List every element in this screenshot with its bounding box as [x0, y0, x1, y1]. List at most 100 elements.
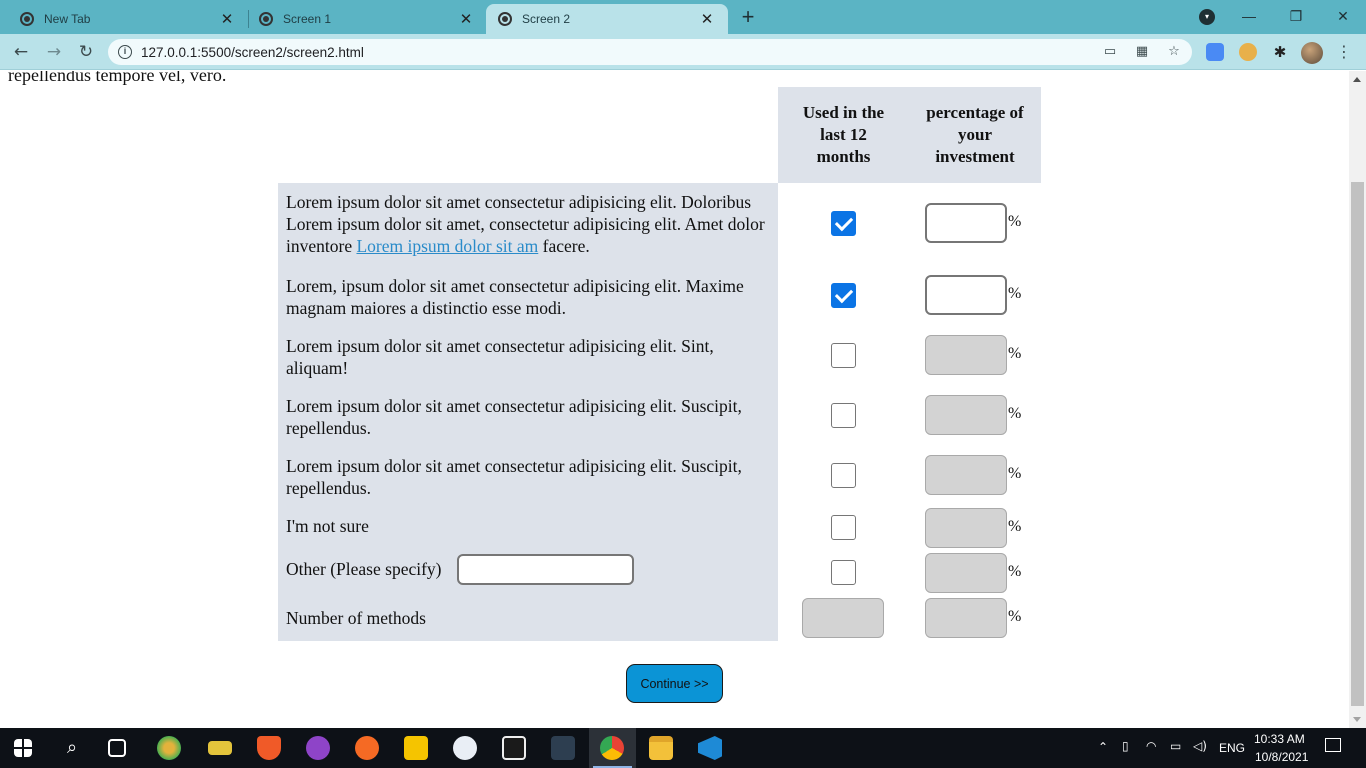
- notifications-icon[interactable]: [1325, 738, 1341, 752]
- tab-screen-2[interactable]: Screen 2 ✕: [486, 4, 728, 34]
- close-window-button[interactable]: ✕: [1320, 2, 1366, 30]
- clock-date[interactable]: 10/8/2021: [1255, 750, 1308, 764]
- back-button[interactable]: ←: [9, 40, 33, 64]
- percentage-input[interactable]: [925, 203, 1007, 243]
- file-explorer-icon[interactable]: [649, 736, 673, 760]
- scroll-thumb[interactable]: [1351, 182, 1364, 706]
- tab-strip: New Tab ✕ Screen 1 ✕ Screen 2 ✕ + ▾ — ❐ …: [0, 0, 1366, 34]
- restore-button[interactable]: ❐: [1273, 2, 1319, 30]
- methods-label: Number of methods: [286, 608, 426, 628]
- new-tab-button[interactable]: +: [736, 4, 760, 30]
- percent-sign: %: [1008, 345, 1022, 362]
- percentage-input[interactable]: [925, 455, 1007, 495]
- header-used-last-12-months: Used in the last 12 months: [778, 87, 909, 183]
- show-hidden-icons-icon[interactable]: ⌃: [1098, 740, 1108, 754]
- percentage-input[interactable]: [925, 598, 1007, 638]
- battery-icon[interactable]: ▯: [1122, 739, 1129, 753]
- percentage-input[interactable]: [925, 275, 1007, 315]
- used-checkbox[interactable]: [831, 211, 856, 236]
- search-icon[interactable]: ⌕: [60, 736, 84, 760]
- percent-sign: %: [1008, 563, 1022, 580]
- url-text[interactable]: 127.0.0.1:5500/screen2/screen2.html: [141, 45, 364, 60]
- globe-icon: [498, 12, 512, 26]
- tab-title: Screen 2: [522, 12, 571, 26]
- intro-text: repellendus tempore vel, vero.: [8, 71, 227, 85]
- chameleon-app-icon[interactable]: [157, 736, 181, 760]
- terminal-icon[interactable]: [551, 736, 575, 760]
- other-specify-input[interactable]: [457, 554, 634, 585]
- browser-toolbar: ← → ↻ i 127.0.0.1:5500/screen2/screen2.h…: [0, 34, 1366, 70]
- profile-avatar[interactable]: [1301, 42, 1323, 64]
- forward-button[interactable]: →: [42, 40, 66, 64]
- close-tab-icon[interactable]: ✕: [457, 10, 475, 28]
- minimize-button[interactable]: —: [1226, 2, 1272, 30]
- address-bar[interactable]: i 127.0.0.1:5500/screen2/screen2.html ▭ …: [108, 39, 1192, 65]
- percent-sign: %: [1008, 405, 1022, 422]
- webstorm-icon[interactable]: [453, 736, 477, 760]
- tab-title: New Tab: [44, 12, 91, 26]
- intellij-idea-icon[interactable]: [502, 736, 526, 760]
- clock-time[interactable]: 10:33 AM: [1254, 732, 1305, 746]
- used-checkbox[interactable]: [831, 515, 856, 540]
- continue-button[interactable]: Continue >>: [626, 664, 723, 703]
- question-text: Lorem ipsum dolor sit amet consectetur a…: [286, 456, 742, 498]
- used-checkbox[interactable]: [831, 560, 856, 585]
- question-cell: Lorem ipsum dolor sit amet consectetur a…: [278, 327, 778, 387]
- scroll-up-arrow-icon[interactable]: [1353, 77, 1361, 82]
- vscode-icon[interactable]: [698, 736, 722, 760]
- chrome-taskbar-icon[interactable]: [600, 736, 624, 760]
- task-view-icon[interactable]: [108, 739, 126, 757]
- close-tab-icon[interactable]: ✕: [698, 10, 716, 28]
- sticky-notes-icon[interactable]: [404, 736, 428, 760]
- percentage-input[interactable]: [925, 335, 1007, 375]
- used-checkbox[interactable]: [831, 403, 856, 428]
- page-scrollbar[interactable]: [1349, 71, 1366, 728]
- page-viewport: repellendus tempore vel, vero. Used in t…: [0, 71, 1349, 728]
- question-cell: Lorem ipsum dolor sit amet consectetur a…: [278, 447, 778, 505]
- cast-icon[interactable]: ▭: [1102, 44, 1118, 59]
- question-cell: Lorem, ipsum dolor sit amet consectetur …: [278, 267, 778, 327]
- percentage-input[interactable]: [925, 508, 1007, 548]
- question-cell: Number of methods: [278, 595, 778, 641]
- survey-row-methods: Number of methods %: [278, 595, 1041, 641]
- volume-icon[interactable]: ◁): [1193, 739, 1207, 753]
- used-checkbox[interactable]: [831, 343, 856, 368]
- postman-icon[interactable]: [355, 736, 379, 760]
- extensions-puzzle-icon[interactable]: ✱: [1271, 43, 1289, 61]
- reload-button[interactable]: ↻: [74, 40, 98, 64]
- percent-sign: %: [1008, 608, 1022, 625]
- tab-search-icon[interactable]: ▾: [1199, 9, 1215, 25]
- survey-row: I'm not sure %: [278, 505, 1041, 550]
- question-cell: Lorem ipsum dolor sit amet consectetur a…: [278, 387, 778, 447]
- used-checkbox[interactable]: [831, 463, 856, 488]
- windows-start-icon[interactable]: [14, 739, 32, 757]
- question-text: Lorem ipsum dolor sit amet consectetur a…: [286, 192, 765, 256]
- bookmark-star-icon[interactable]: ☆: [1166, 44, 1182, 59]
- github-desktop-icon[interactable]: [306, 736, 330, 760]
- translate-extension-icon[interactable]: [1206, 43, 1224, 61]
- wifi-icon[interactable]: ◠: [1146, 739, 1156, 753]
- percent-sign: %: [1008, 213, 1022, 230]
- site-info-icon[interactable]: i: [118, 45, 132, 59]
- tab-new-tab[interactable]: New Tab ✕: [8, 4, 248, 34]
- power-icon[interactable]: ▭: [1170, 739, 1181, 753]
- question-link[interactable]: Lorem ipsum dolor sit am: [356, 236, 538, 256]
- brave-browser-icon[interactable]: [257, 736, 281, 760]
- question-cell: I'm not sure: [278, 505, 778, 550]
- question-text: Lorem ipsum dolor sit amet consectetur a…: [286, 336, 714, 378]
- question-text: Lorem ipsum dolor sit amet consectetur a…: [286, 396, 742, 438]
- survey-row: Lorem ipsum dolor sit amet consectetur a…: [278, 327, 1041, 387]
- extension-icon[interactable]: [1239, 43, 1257, 61]
- percentage-input[interactable]: [925, 395, 1007, 435]
- input-language[interactable]: ENG: [1219, 741, 1245, 755]
- survey-row: Lorem ipsum dolor sit amet consectetur a…: [278, 183, 1041, 267]
- pdf-app-icon[interactable]: [208, 741, 232, 755]
- browser-menu-icon[interactable]: ⋮: [1336, 40, 1352, 64]
- used-checkbox[interactable]: [831, 283, 856, 308]
- close-tab-icon[interactable]: ✕: [218, 10, 236, 28]
- qr-code-icon[interactable]: ▦: [1134, 44, 1150, 59]
- tab-screen-1[interactable]: Screen 1 ✕: [247, 4, 487, 34]
- scroll-down-arrow-icon[interactable]: [1353, 717, 1361, 722]
- percentage-input[interactable]: [925, 553, 1007, 593]
- number-of-methods-input[interactable]: [802, 598, 884, 638]
